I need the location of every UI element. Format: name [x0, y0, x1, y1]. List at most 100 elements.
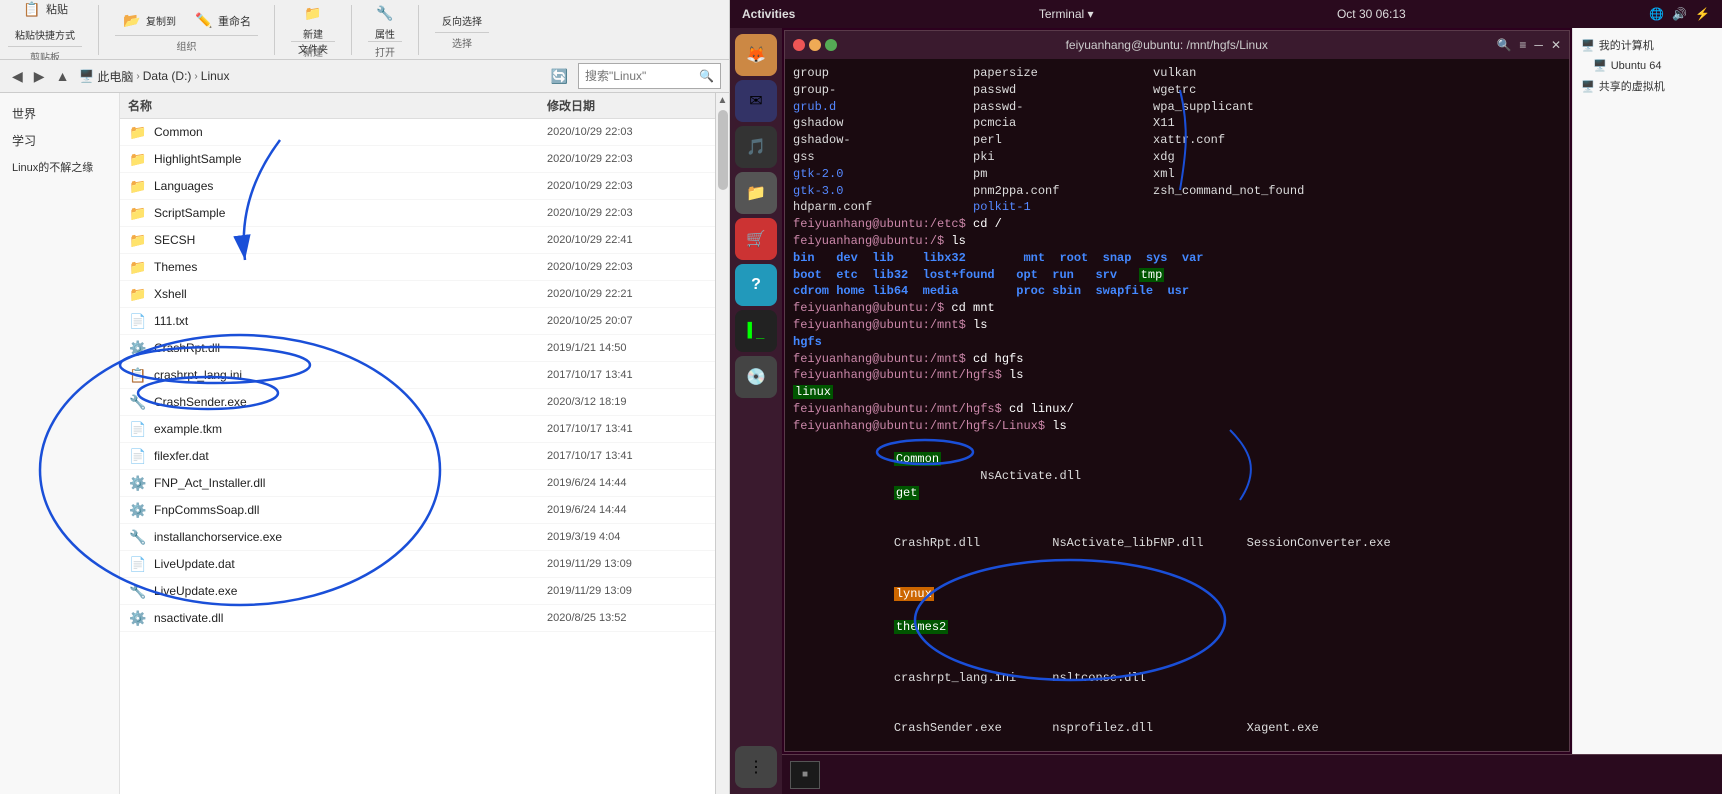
terminal-title: feiyuanhang@ubuntu: /mnt/hgfs/Linux [845, 38, 1488, 52]
network-icon: 🌐 [1649, 7, 1664, 21]
dock-apps[interactable]: ⋮ [735, 746, 777, 788]
file-name: LiveUpdate.exe [154, 584, 547, 598]
ubuntu-dock: 🦊 ✉ 🎵 📁 🛒 ? ▌_ 💿 ⋮ [730, 28, 782, 794]
file-row[interactable]: 📋 crashrpt_lang.ini 2017/10/17 13:41 [120, 362, 715, 389]
terminal-close-icon[interactable]: ✕ [1551, 38, 1561, 52]
path-part1[interactable]: 此电脑 [97, 68, 133, 85]
search-icon: 🔍 [699, 69, 714, 83]
main-content: 世界 学习 Linux的不解之缘 名称 修改日期 📁 Common 2020/1… [0, 93, 729, 794]
file-row[interactable]: 📁 SECSH 2020/10/29 22:41 [120, 227, 715, 254]
new-folder-button[interactable]: 📁 新建 文件夹 [291, 1, 335, 41]
sidebar-item-world[interactable]: 世界 [4, 101, 115, 126]
file-row[interactable]: 🔧 CrashSender.exe 2020/3/12 18:19 [120, 389, 715, 416]
file-icon: 📄 [128, 446, 148, 466]
file-row[interactable]: 🔧 installanchorservice.exe 2019/3/19 4:0… [120, 524, 715, 551]
toolbar: 📋 粘贴 粘贴快捷方式 剪贴板 📂 复制到 ✏️ 重命名 [0, 0, 729, 60]
dock-help[interactable]: ? [735, 264, 777, 306]
properties-button[interactable]: 🔧 属性 [368, 1, 402, 41]
file-icon: 📁 [128, 176, 148, 196]
file-date: 2020/10/29 22:03 [547, 153, 707, 165]
file-row[interactable]: 📁 Themes 2020/10/29 22:03 [120, 254, 715, 281]
file-name: crashrpt_lang.ini [154, 368, 547, 382]
refresh-button[interactable]: 🔄 [547, 66, 572, 87]
taskbar-preview[interactable]: ■ [790, 761, 820, 789]
new-section: 📁 新建 文件夹 新建 [291, 1, 335, 59]
terminal-menu-icon[interactable]: ≡ [1519, 38, 1526, 52]
file-row[interactable]: 📁 Languages 2020/10/29 22:03 [120, 173, 715, 200]
copy-to-button[interactable]: 📂 复制到 [115, 7, 183, 35]
maximize-button[interactable] [825, 39, 837, 51]
address-path[interactable]: 🖥️ 此电脑 › Data (D:) › Linux [79, 68, 540, 85]
up-button[interactable]: ▲ [52, 66, 74, 86]
file-row[interactable]: 📁 Common 2020/10/29 22:03 [120, 119, 715, 146]
file-name: CrashRpt.dll [154, 341, 547, 355]
address-bar-row: ◀ ▶ ▲ 🖥️ 此电脑 › Data (D:) › Linux 🔄 🔍 [0, 60, 729, 93]
tree-item-shared[interactable]: 🖥️ 共享的虚拟机 [1577, 75, 1718, 97]
dock-email[interactable]: ✉ [735, 80, 777, 122]
file-row[interactable]: ⚙️ CrashRpt.dll 2019/1/21 14:50 [120, 335, 715, 362]
dock-music[interactable]: 🎵 [735, 126, 777, 168]
sep4 [418, 5, 419, 55]
file-icon: 📁 [128, 230, 148, 250]
file-date: 2019/11/29 13:09 [547, 585, 707, 597]
file-name: filexfer.dat [154, 449, 547, 463]
search-input[interactable] [585, 69, 695, 83]
dock-dvd[interactable]: 💿 [735, 356, 777, 398]
file-row[interactable]: ⚙️ FnpCommsSoap.dll 2019/6/24 14:44 [120, 497, 715, 524]
rename-icon: ✏️ [194, 11, 214, 31]
file-row[interactable]: 📄 111.txt 2020/10/25 20:07 [120, 308, 715, 335]
terminal-body[interactable]: group papersize vulkan group- passwd wge… [785, 59, 1569, 751]
file-row[interactable]: 🔧 LiveUpdate.exe 2019/11/29 13:09 [120, 578, 715, 605]
file-row[interactable]: 📄 filexfer.dat 2017/10/17 13:41 [120, 443, 715, 470]
file-date: 2017/10/17 13:41 [547, 369, 707, 381]
file-icon: 🔧 [128, 581, 148, 601]
dock-files[interactable]: 📁 [735, 172, 777, 214]
file-icon: ⚙️ [128, 338, 148, 358]
file-row[interactable]: ⚙️ FNP_Act_Installer.dll 2019/6/24 14:44 [120, 470, 715, 497]
ubuntu-panel: Activities Terminal ▾ Oct 30 06:13 🌐 🔊 ⚡… [730, 0, 1722, 794]
dock-store[interactable]: 🛒 [735, 218, 777, 260]
organize-section: 📂 复制到 ✏️ 重命名 组织 [115, 7, 258, 53]
minimize-button[interactable] [809, 39, 821, 51]
scrollbar-vertical[interactable]: ▲ [715, 93, 729, 794]
paste-shortcut-button[interactable]: 粘贴快捷方式 [8, 23, 82, 46]
forward-button[interactable]: ▶ [30, 66, 49, 87]
col-name-header[interactable]: 名称 [128, 97, 547, 114]
close-button[interactable] [793, 39, 805, 51]
terminal-minimize-icon[interactable]: ─ [1534, 38, 1543, 52]
scroll-thumb[interactable] [718, 110, 728, 190]
power-icon: ⚡ [1695, 7, 1710, 21]
file-row[interactable]: 📁 HighlightSample 2020/10/29 22:03 [120, 146, 715, 173]
terminal-search-icon[interactable]: 🔍 [1496, 38, 1511, 52]
file-row[interactable]: 📁 Xshell 2020/10/29 22:21 [120, 281, 715, 308]
path-part2[interactable]: Data (D:) [143, 69, 192, 83]
file-row[interactable]: 📁 ScriptSample 2020/10/29 22:03 [120, 200, 715, 227]
file-icon: 📄 [128, 419, 148, 439]
file-date: 2020/10/29 22:03 [547, 180, 707, 192]
scroll-up-arrow[interactable]: ▲ [716, 93, 729, 108]
file-row[interactable]: 📄 LiveUpdate.dat 2019/11/29 13:09 [120, 551, 715, 578]
col-date-header[interactable]: 修改日期 [547, 97, 707, 114]
dock-firefox[interactable]: 🦊 [735, 34, 777, 76]
reverse-select-button[interactable]: 反向选择 [435, 9, 489, 32]
open-section: 🔧 属性 打开 [368, 1, 402, 59]
path-part3[interactable]: Linux [201, 69, 230, 83]
file-row[interactable]: 📄 example.tkm 2017/10/17 13:41 [120, 416, 715, 443]
sidebar-item-linux[interactable]: Linux的不解之缘 [4, 155, 115, 179]
file-icon: ⚙️ [128, 500, 148, 520]
explorer-panel: 📋 粘贴 粘贴快捷方式 剪贴板 📂 复制到 ✏️ 重命名 [0, 0, 730, 794]
activities-button[interactable]: Activities [742, 7, 795, 21]
search-box[interactable]: 🔍 [578, 63, 721, 89]
ubuntu-content-area: feiyuanhang@ubuntu: /mnt/hgfs/Linux 🔍 ≡ … [782, 28, 1722, 794]
terminal-menu[interactable]: Terminal ▾ [1039, 7, 1094, 21]
dock-terminal[interactable]: ▌_ [735, 310, 777, 352]
sidebar-item-learn[interactable]: 学习 [4, 128, 115, 153]
paste-button[interactable]: 📋 粘贴 [15, 0, 75, 23]
file-date: 2020/10/29 22:03 [547, 126, 707, 138]
file-row[interactable]: ⚙️ nsactivate.dll 2020/8/25 13:52 [120, 605, 715, 632]
tree-item-computer[interactable]: 🖥️ 我的计算机 [1577, 34, 1718, 56]
taskbar-bottom: ■ [782, 754, 1722, 794]
rename-button[interactable]: ✏️ 重命名 [187, 7, 258, 35]
back-button[interactable]: ◀ [8, 66, 27, 87]
tree-item-ubuntu[interactable]: 🖥️ Ubuntu 64 [1577, 56, 1718, 75]
